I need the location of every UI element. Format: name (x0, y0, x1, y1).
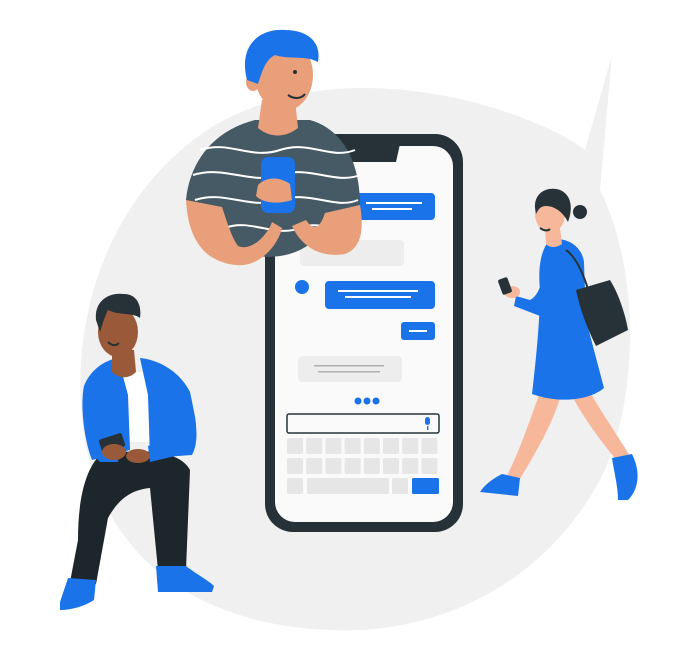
keyboard-key[interactable] (344, 458, 361, 474)
message-bubble-blue-1 (355, 193, 435, 220)
keyboard-space-bar[interactable] (307, 478, 389, 494)
keyboard-key[interactable] (402, 458, 419, 474)
seated-man-hands (126, 449, 150, 463)
keyboard-key[interactable] (287, 478, 303, 494)
message-text-line (338, 290, 418, 292)
contact-avatar-dot (295, 280, 309, 294)
keyboard-key[interactable] (306, 458, 323, 474)
man-eye (293, 70, 297, 74)
standing-man-holding-phone (186, 29, 362, 266)
seated-man-left-shoe (60, 578, 96, 610)
message-bubble-blue-2 (325, 281, 435, 309)
keyboard-key[interactable] (344, 438, 361, 454)
keyboard-key[interactable] (363, 458, 380, 474)
woman-right-shoe (612, 454, 638, 500)
keyboard-key[interactable] (325, 458, 342, 474)
message-bubble-gray-2 (298, 356, 402, 382)
message-input-field[interactable] (286, 413, 440, 434)
message-text-line (409, 330, 427, 332)
keyboard-key[interactable] (383, 438, 399, 454)
keyboard-key[interactable] (421, 438, 438, 454)
message-text-line (372, 208, 412, 210)
typing-indicator-dots (354, 397, 380, 405)
message-text-line (318, 371, 380, 373)
message-text-line (345, 296, 411, 298)
keyboard-key[interactable] (392, 478, 408, 494)
keyboard-key[interactable] (306, 438, 323, 454)
woman-hair-bun (573, 205, 587, 219)
keyboard-key[interactable] (287, 438, 303, 454)
keyboard-key[interactable] (287, 458, 303, 474)
keyboard-key[interactable] (383, 458, 399, 474)
keyboard-key[interactable] (421, 458, 438, 474)
keyboard-key[interactable] (325, 438, 342, 454)
seated-man-hands (102, 444, 126, 460)
keyboard-key[interactable] (363, 438, 380, 454)
keyboard-send-key[interactable] (412, 478, 439, 494)
message-text-line (366, 202, 422, 204)
message-text-line (314, 365, 384, 367)
chat-illustration (60, 29, 638, 631)
keyboard-key[interactable] (402, 438, 419, 454)
